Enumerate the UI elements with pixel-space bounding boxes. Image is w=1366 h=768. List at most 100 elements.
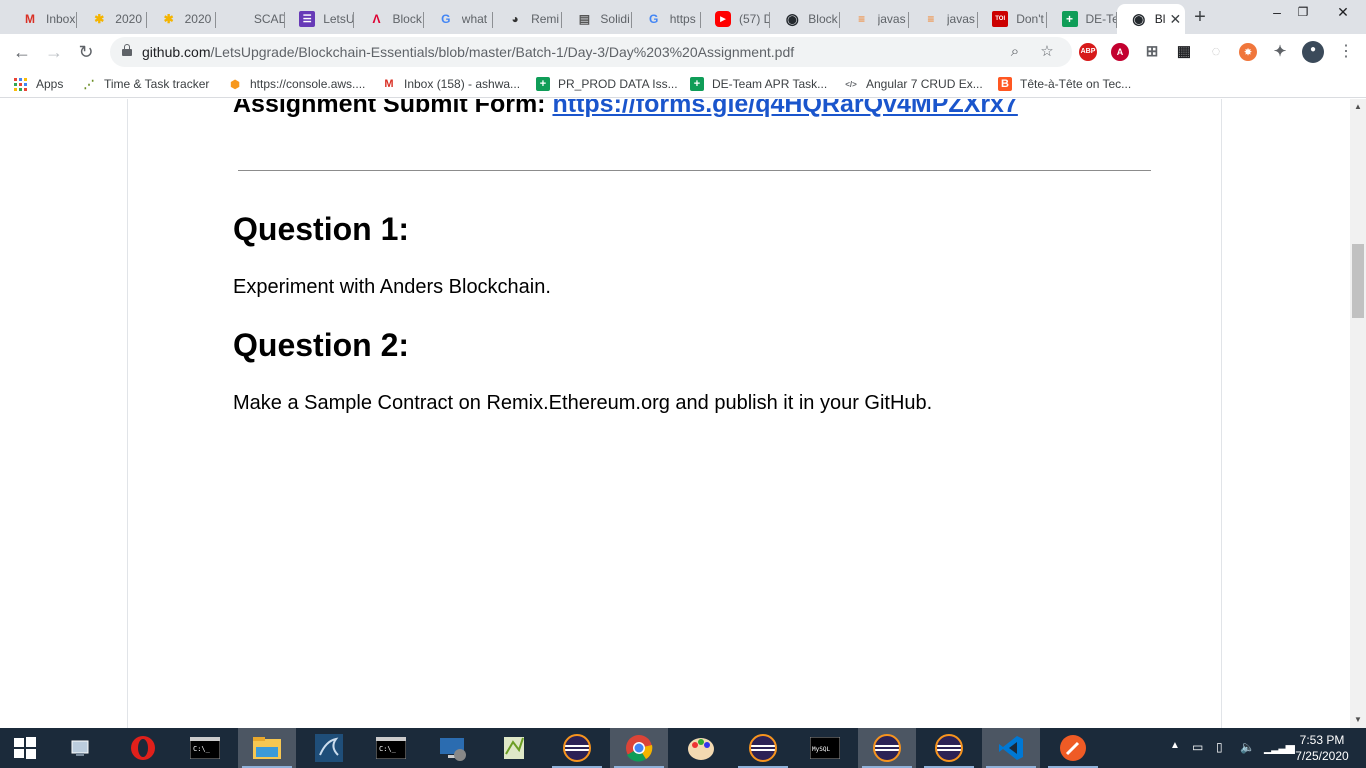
network-tray-icon[interactable]: ▭ <box>1192 740 1203 754</box>
eclipse-icon[interactable] <box>548 728 606 768</box>
tab-title: what <box>461 12 488 26</box>
bookmark-label: Tête-à-Tête on Tec... <box>1020 77 1132 91</box>
eclipse-icon[interactable] <box>920 728 978 768</box>
browser-tab[interactable]: TOI Don't <box>978 4 1048 34</box>
chrome-icon[interactable] <box>610 728 668 768</box>
browser-tab[interactable]: M Inbox <box>8 4 78 34</box>
battery-tray-icon[interactable]: ▯ <box>1216 740 1223 754</box>
browser-tab[interactable]: ✱ 2020 <box>77 4 147 34</box>
cmd-icon[interactable]: C:\_ <box>176 728 234 768</box>
bookmark-item[interactable]: </> Angular 7 CRUD Ex... <box>844 76 983 92</box>
bookmark-item[interactable]: Apps <box>14 76 63 92</box>
code-icon: </> <box>845 79 857 89</box>
network-app-icon[interactable] <box>52 728 110 768</box>
circle-extension-icon[interactable]: ◌ <box>1207 43 1225 61</box>
assignment-submit-line: Assignment Submit Form: https://forms.gl… <box>233 99 1018 119</box>
bookmark-item[interactable]: ⋰ Time & Task tracker <box>82 76 210 92</box>
pdf-viewport[interactable]: Assignment Submit Form: https://forms.gl… <box>0 99 1350 728</box>
youtube-icon: ▶ <box>715 11 731 27</box>
opera-icon[interactable] <box>114 728 172 768</box>
windows-start-icon[interactable] <box>0 728 50 768</box>
eclipse-icon[interactable] <box>734 728 792 768</box>
bookmark-star-icon[interactable]: ☆ <box>1038 43 1056 61</box>
tab-title: 2020 <box>115 12 142 26</box>
orange-extension-icon[interactable]: ✸ <box>1239 43 1257 61</box>
scroll-up-arrow-icon[interactable]: ▲ <box>1350 99 1366 115</box>
browser-tab[interactable]: SCAD <box>216 4 286 34</box>
browser-tab[interactable]: + DE-Te <box>1048 4 1117 34</box>
vertical-scrollbar[interactable]: ▲ ▼ <box>1350 99 1366 728</box>
submit-form-link[interactable]: https://forms.gle/q4HQRarQv4MPZXrx7 <box>552 99 1017 118</box>
browser-tab[interactable]: Λ Block <box>355 4 424 34</box>
svg-text:C:\_: C:\_ <box>193 745 211 753</box>
paint-icon[interactable] <box>672 728 730 768</box>
question-2-heading: Question 2: <box>233 327 410 363</box>
scroll-thumb[interactable] <box>1352 244 1364 318</box>
file-explorer-icon[interactable] <box>238 728 296 768</box>
bookmark-label: https://console.aws.... <box>250 77 366 91</box>
bookmark-item[interactable]: B Tête-à-Tête on Tec... <box>998 76 1131 92</box>
url-text[interactable]: github.com/LetsUpgrade/Blockchain-Essent… <box>142 44 794 60</box>
browser-tab[interactable]: ◉ Block <box>770 4 840 34</box>
puzzle-extensions-icon[interactable]: ✦ <box>1271 43 1289 61</box>
apps-grid-icon <box>14 77 27 91</box>
gmail-icon: M <box>25 12 35 26</box>
table-extension-icon[interactable]: ▦ <box>1175 43 1193 61</box>
close-window-button[interactable]: ✕ <box>1320 0 1366 30</box>
profile-avatar[interactable]: ● <box>1302 41 1324 63</box>
stackoverflow-icon: ≡ <box>858 12 866 26</box>
bookmark-item[interactable]: ⬢ https://console.aws.... <box>228 76 365 92</box>
browser-tab[interactable]: Ghttps <box>632 4 701 34</box>
tray-overflow-icon[interactable]: ▲ <box>1170 740 1180 751</box>
mysql-workbench-icon[interactable] <box>300 728 358 768</box>
browser-tab[interactable]: ◕ Remi <box>493 4 563 34</box>
bookmark-item[interactable]: + DE-Team APR Task... <box>690 76 827 92</box>
browser-tab[interactable]: ≡ javas <box>840 4 909 34</box>
new-tab-button[interactable]: + <box>1188 6 1212 30</box>
sheets-icon: + <box>1061 11 1078 27</box>
scroll-down-arrow-icon[interactable]: ▼ <box>1350 712 1366 728</box>
adblock-plus-icon[interactable]: ABP <box>1079 43 1097 61</box>
browser-tab[interactable]: ▶ (57) D <box>701 4 771 34</box>
postman-icon[interactable] <box>1044 728 1102 768</box>
cmd-icon[interactable]: C:\_ <box>362 728 420 768</box>
tab-title: Solidi <box>600 12 630 26</box>
eclipse-icon[interactable] <box>858 728 916 768</box>
blank-page-icon <box>230 11 246 27</box>
volume-tray-icon[interactable]: 🔈 <box>1240 740 1255 754</box>
address-bar[interactable]: github.com/LetsUpgrade/Blockchain-Essent… <box>110 37 1072 67</box>
tab-title: SCAD <box>253 12 286 26</box>
tab-title: (57) D <box>739 12 771 26</box>
bookmark-label: Inbox (158) - ashwa... <box>404 77 521 91</box>
wifi-signal-icon[interactable]: ▁▂▃▅ <box>1264 740 1295 754</box>
bookmark-item[interactable]: M Inbox (158) - ashwa... <box>382 76 520 92</box>
browser-tab[interactable]: ☰ LetsU <box>285 4 355 34</box>
remote-desktop-icon[interactable] <box>424 728 482 768</box>
vscode-icon[interactable] <box>982 728 1040 768</box>
angular-devtools-icon[interactable]: A <box>1111 43 1129 61</box>
reload-button[interactable]: ↻ <box>72 39 100 65</box>
mysql-shell-icon[interactable]: MySQL <box>796 728 854 768</box>
bookmark-item[interactable]: + PR_PROD DATA Iss... <box>536 76 678 92</box>
menu-kebab-icon[interactable]: ⋮ <box>1332 39 1360 65</box>
tab-title: javas <box>877 12 906 26</box>
browser-tab[interactable]: ≡ javas <box>909 4 979 34</box>
browser-tab[interactable]: ◉ Bl ✕ <box>1116 4 1185 34</box>
gmail-icon: M <box>384 78 394 90</box>
notepad-plus-icon[interactable] <box>486 728 544 768</box>
close-tab-icon[interactable]: ✕ <box>1169 11 1181 28</box>
stackoverflow-icon: ≡ <box>927 12 935 26</box>
browser-tab[interactable]: ▤ Solidi <box>562 4 632 34</box>
grid-extension-icon[interactable]: ⊞ <box>1143 43 1161 61</box>
back-button[interactable]: ← <box>8 39 36 65</box>
browser-toolbar: ← → ↻ github.com/LetsUpgrade/Blockchain-… <box>0 34 1366 70</box>
forward-button[interactable]: → <box>40 39 68 65</box>
clock-date: 7/25/2020 <box>1295 749 1349 763</box>
zoom-icon[interactable]: ⌕ <box>1006 43 1024 61</box>
google-icon: G <box>441 12 451 26</box>
browser-tab[interactable]: ✱ 2020 <box>147 4 216 34</box>
bookmark-label: Time & Task tracker <box>104 77 210 91</box>
divider <box>238 170 1151 171</box>
clock[interactable]: 7:53 PM 7/25/2020 <box>1290 732 1354 764</box>
browser-tab[interactable]: Gwhat <box>424 4 494 34</box>
